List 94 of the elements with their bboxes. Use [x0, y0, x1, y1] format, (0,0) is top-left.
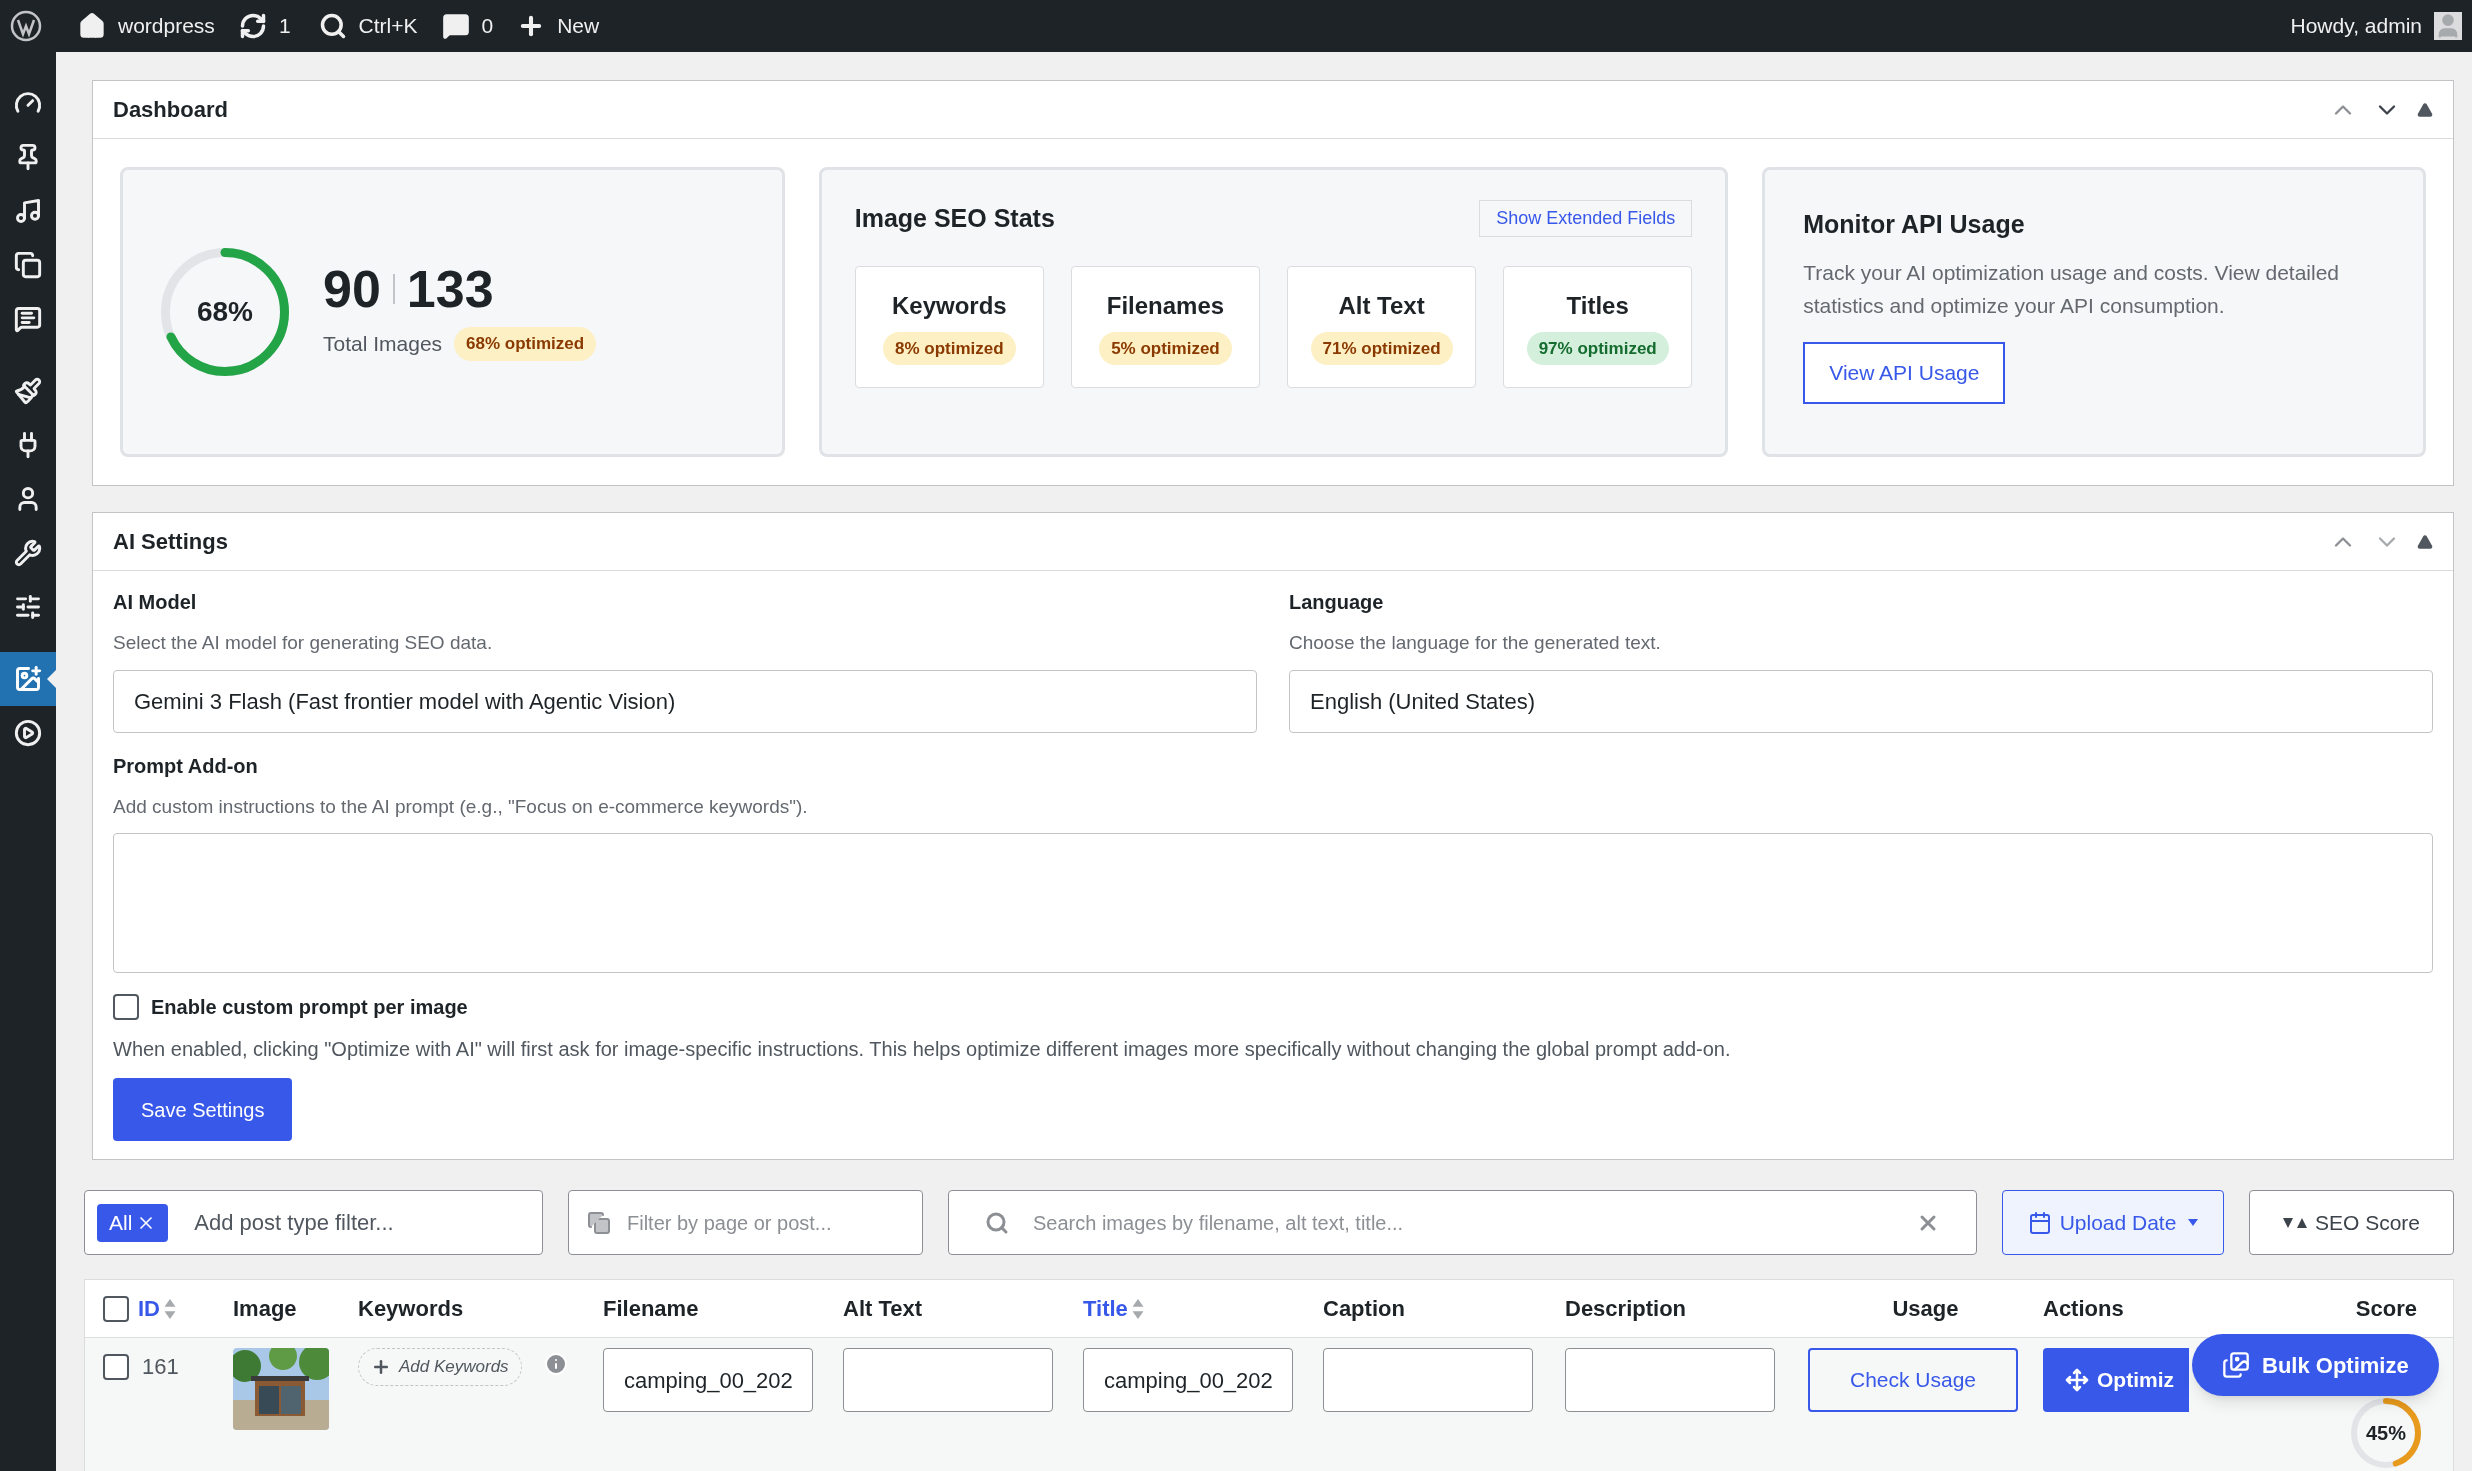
comments-count[interactable]: 0	[481, 10, 494, 42]
search-shortcut[interactable]: Ctrl+K	[358, 10, 418, 42]
caption-input[interactable]	[1323, 1348, 1533, 1412]
column-header: Description	[1565, 1295, 1687, 1323]
music-icon[interactable]	[14, 197, 42, 225]
alt-text-input[interactable]	[843, 1348, 1053, 1412]
search-icon[interactable]	[318, 12, 347, 40]
placeholder: Search images by filename, alt text, title...	[1033, 1210, 1404, 1236]
comments-icon[interactable]	[441, 12, 470, 40]
image-icon[interactable]	[14, 665, 42, 693]
stat-label: Alt Text	[1338, 290, 1425, 321]
column-header: Alt Text	[843, 1295, 923, 1323]
sliders-icon[interactable]	[14, 593, 42, 621]
column-header: Image	[233, 1295, 297, 1323]
updates-icon[interactable]	[238, 12, 267, 40]
updates-count[interactable]: 1	[278, 10, 291, 42]
card-title: Image SEO Stats	[854, 203, 1055, 234]
field-hint: When enabled, clicking "Optimize with AI" will first ask for image-specific instructions. This helps optimize different images more specifically without changing the global prompt add-on.	[113, 1037, 1732, 1062]
upload-date-button[interactable]: Upload Date	[2002, 1190, 2224, 1255]
score-label: 45%	[2366, 1421, 2406, 1446]
sort-icon	[2282, 1216, 2307, 1229]
placeholder: Filter by page or post...	[627, 1210, 832, 1236]
card-title: Monitor API Usage	[1803, 209, 2026, 240]
bulk-optimize-button[interactable]: Bulk Optimize	[2192, 1334, 2439, 1396]
description-input[interactable]	[1565, 1348, 1775, 1412]
pages-icon[interactable]	[14, 251, 42, 279]
greeting[interactable]: Howdy, admin	[2290, 10, 2422, 42]
panel-title: Dashboard	[113, 96, 228, 124]
api-description: Track your AI optimization usage and costs. View detailed statistics and optimize your API consumption.	[1803, 259, 2341, 319]
stat-badge: 97% optimized	[1526, 331, 1669, 366]
stat-badge: 5% optimized	[1099, 331, 1232, 366]
optimize-button[interactable]: Optimiz	[2043, 1348, 2189, 1412]
column-header: Keywords	[358, 1295, 464, 1323]
plus-icon	[371, 1357, 391, 1377]
stat-label: Keywords	[891, 290, 1007, 321]
column-header: Score	[2355, 1295, 2417, 1323]
play-icon[interactable]	[14, 719, 42, 747]
total-count: 133	[406, 263, 494, 316]
view-api-usage-button[interactable]: View API Usage	[1803, 341, 2006, 404]
wrench-icon[interactable]	[14, 539, 42, 567]
field-label: Prompt Add-on	[113, 753, 259, 779]
column-header: Usage	[1892, 1295, 1959, 1323]
search-icon	[985, 1210, 1009, 1235]
check-usage-button[interactable]: Check Usage	[1808, 1348, 2018, 1412]
percent-label: 68%	[196, 295, 253, 329]
calendar-icon	[2027, 1210, 2052, 1235]
collapse-icon[interactable]	[2417, 101, 2433, 118]
optimized-count: 90	[323, 263, 381, 316]
seo-score-button[interactable]: SEO Score	[2249, 1190, 2454, 1255]
select-field[interactable]: Gemini 3 Flash (Fast frontier model with Agentic Vision)	[113, 669, 1257, 733]
column-header: Caption	[1323, 1295, 1405, 1323]
select-all-checkbox[interactable]	[103, 1295, 129, 1322]
column-header: Filename	[603, 1295, 699, 1323]
score-ring	[2351, 1398, 2421, 1468]
home-icon[interactable]	[78, 12, 106, 40]
stat-label: Titles	[1566, 290, 1629, 321]
field-hint: Choose the language for the generated text.	[1289, 631, 1662, 655]
wordpress-logo-icon[interactable]	[10, 10, 42, 42]
collapse-icon[interactable]	[2417, 533, 2433, 550]
column-header: Actions	[2043, 1295, 2124, 1323]
total-images-label: Total Images	[323, 331, 443, 358]
stat-label: Filenames	[1106, 290, 1225, 321]
column-header[interactable]: Title	[1083, 1292, 1128, 1325]
pointer-icon	[47, 670, 56, 688]
images-icon	[2222, 1351, 2250, 1379]
optimized-badge: 68% optimized	[454, 327, 597, 361]
brush-icon[interactable]	[14, 377, 42, 405]
panel-title: AI Settings	[113, 528, 228, 556]
site-name-link[interactable]: wordpress	[118, 10, 215, 42]
filter-chip[interactable]: All	[97, 1203, 169, 1242]
info-icon[interactable]	[543, 1352, 568, 1376]
checkbox[interactable]	[113, 994, 139, 1020]
checkbox-label[interactable]: Enable custom prompt per image	[151, 992, 468, 1022]
move-icon	[2065, 1368, 2089, 1392]
select-field[interactable]: English (United States)	[1289, 669, 2433, 733]
field-label: Language	[1289, 590, 1385, 615]
post-type-filter[interactable]: All Add post type filter...	[84, 1190, 543, 1255]
column-header[interactable]: ID	[138, 1292, 160, 1325]
id-cell-text: 161	[141, 1353, 180, 1381]
caret-icon	[2188, 1219, 2199, 1226]
title-input[interactable]: camping_00_202	[1083, 1348, 1293, 1412]
field-hint: Select the AI model for generating SEO data.	[113, 631, 494, 655]
save-settings-button[interactable]: Save Settings	[113, 1078, 293, 1141]
stat-badge: 8% optimized	[883, 331, 1016, 366]
comment-icon[interactable]	[14, 305, 42, 333]
row-checkbox[interactable]	[103, 1354, 129, 1380]
stat-badge: 71% optimized	[1310, 331, 1453, 366]
field-label: AI Model	[113, 590, 198, 615]
new-link[interactable]: New	[557, 10, 600, 42]
placeholder: Add post type filter...	[194, 1209, 394, 1237]
show-extended-fields-button[interactable]: Show Extended Fields	[1479, 200, 1693, 238]
pages-icon	[587, 1210, 611, 1235]
field-hint: Add custom instructions to the AI prompt (e.g., "Focus on e-commerce keywords").	[113, 794, 809, 819]
filename-input[interactable]: camping_00_202	[603, 1348, 813, 1412]
